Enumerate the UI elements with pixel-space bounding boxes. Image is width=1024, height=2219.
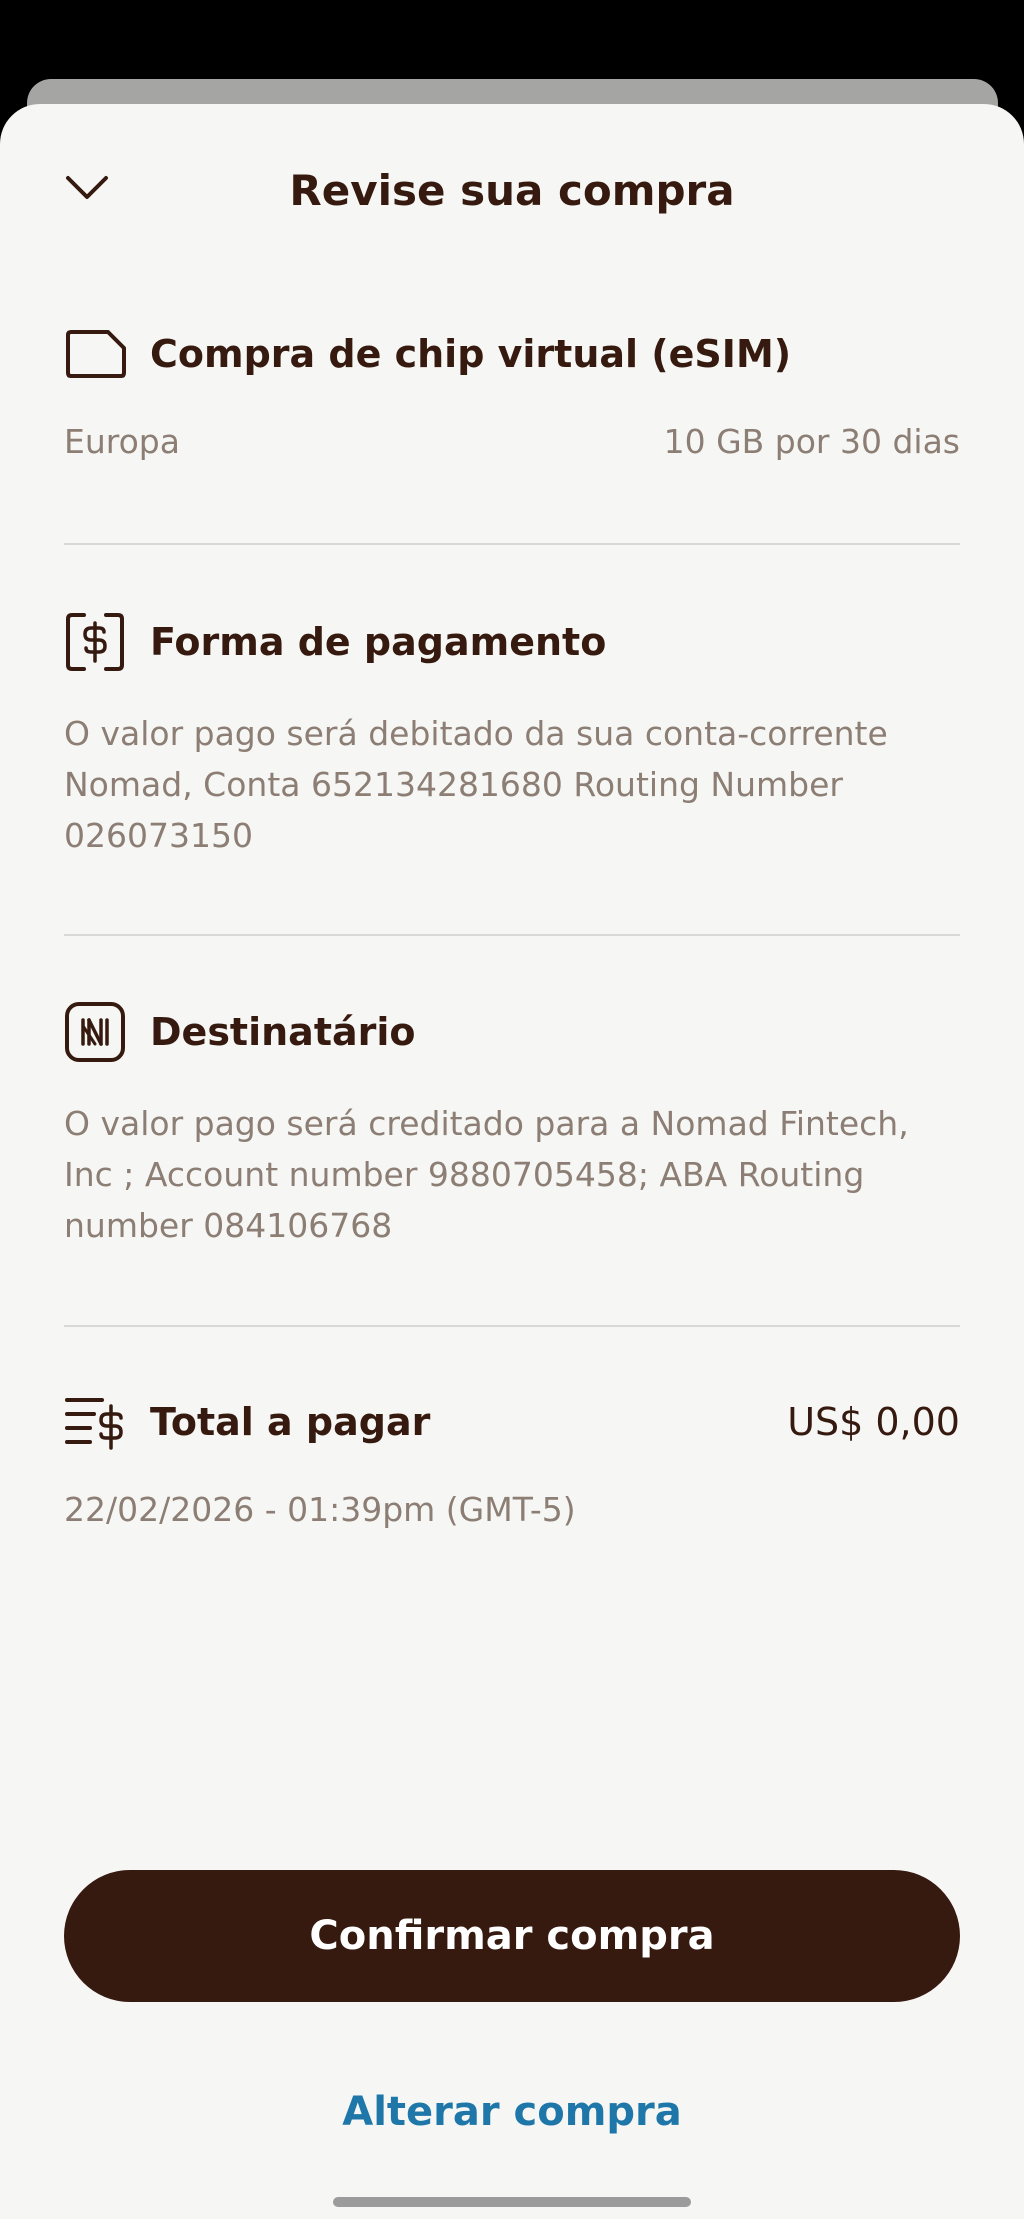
sim-card-icon xyxy=(66,330,126,378)
review-sheet: Revise sua compra Compra de chip virtual… xyxy=(0,104,1024,2219)
total-title: Total a pagar xyxy=(150,1400,431,1444)
payment-description: O valor pago será debitado da sua conta-… xyxy=(64,714,888,855)
divider xyxy=(64,934,960,936)
divider xyxy=(64,1325,960,1327)
recipient-description: O valor pago será creditado para a Nomad… xyxy=(64,1104,909,1245)
total-section: Total a pagar US$ 0,00 22/02/2026 - 01:3… xyxy=(64,1392,960,1529)
payment-title: Forma de pagamento xyxy=(150,620,607,664)
sheet-header: Revise sua compra xyxy=(0,148,1024,228)
total-section-header: Total a pagar US$ 0,00 xyxy=(64,1392,960,1452)
total-amount: US$ 0,00 xyxy=(787,1400,960,1444)
recipient-title: Destinatário xyxy=(150,1010,416,1054)
page-title: Revise sua compra xyxy=(289,166,735,215)
total-datetime: 22/02/2026 - 01:39pm (GMT-5) xyxy=(64,1490,576,1529)
nomad-logo-icon xyxy=(65,1002,125,1062)
total-datetime-row: 22/02/2026 - 01:39pm (GMT-5) xyxy=(64,1490,960,1529)
list-dollar-icon xyxy=(65,1398,123,1450)
home-indicator[interactable] xyxy=(333,2197,691,2207)
alter-purchase-link[interactable]: Alterar compra xyxy=(0,2089,1024,2135)
esim-region: Europa xyxy=(64,422,180,461)
esim-section: Compra de chip virtual (eSIM) Europa 10 … xyxy=(64,324,960,461)
payment-section-header: Forma de pagamento xyxy=(64,612,960,672)
esim-details-row: Europa 10 GB por 30 dias xyxy=(64,422,960,461)
esim-title: Compra de chip virtual (eSIM) xyxy=(150,332,792,376)
recipient-section-header: Destinatário xyxy=(64,1002,960,1062)
payment-section: Forma de pagamento O valor pago será deb… xyxy=(64,612,960,861)
divider xyxy=(64,543,960,545)
esim-section-header: Compra de chip virtual (eSIM) xyxy=(64,324,960,384)
dollar-bill-icon xyxy=(66,613,124,671)
recipient-section: Destinatário O valor pago será creditado… xyxy=(64,1002,960,1251)
confirm-purchase-button[interactable]: Confirmar compra xyxy=(64,1870,960,2002)
esim-plan: 10 GB por 30 dias xyxy=(663,422,960,461)
